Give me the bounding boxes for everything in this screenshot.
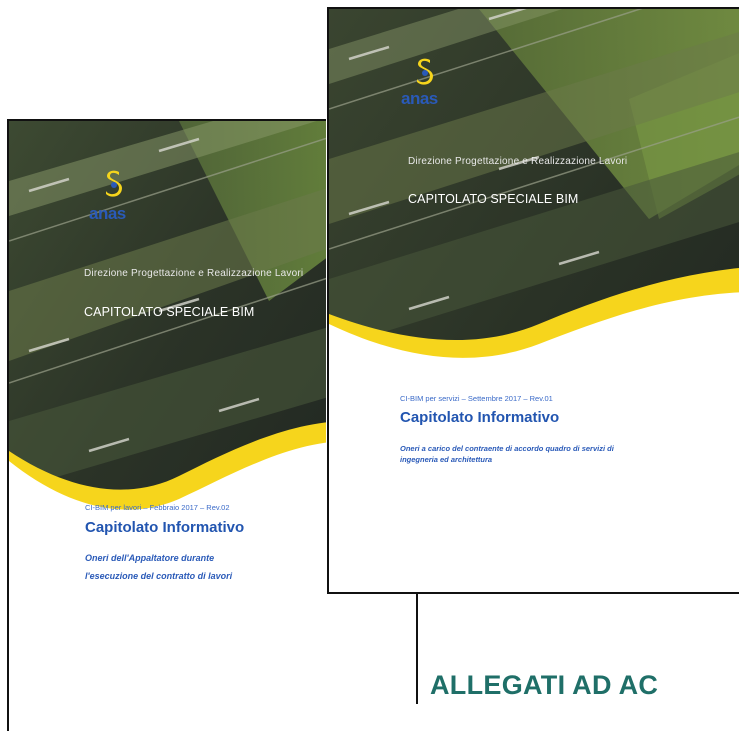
front-cover-page: anas Direzione Progettazione e Realizzaz… [327,7,739,594]
highway-photo [329,9,739,592]
anas-logo-text: anas [89,204,126,223]
subtitle-line: ingegneria ed architettura [400,455,493,464]
anas-logo-text: anas [401,89,438,108]
anas-logo-icon [417,58,433,85]
subtitle-line: Oneri dell'Appaltatore durante [85,553,215,563]
department-name: Direzione Progettazione e Realizzazione … [408,156,628,167]
document-title: Capitolato Informativo [400,409,560,426]
subtitle-line: Oneri a carico del contraente di accordo… [400,444,614,453]
divider-line [416,592,418,704]
document-meta: CI-BIM per lavori – Febbraio 2017 – Rev.… [85,503,230,512]
document-title: Capitolato Informativo [85,519,245,536]
section-heading: ALLEGATI AD AC [430,670,659,700]
document-subtitle: Oneri a carico del contraente di accordo… [400,443,614,465]
subtitle-line: l'esecuzione del contratto di lavori [85,571,233,581]
back-cover-page: anas Direzione Progettazione e Realizzaz… [7,119,349,731]
department-name: Direzione Progettazione e Realizzazione … [84,268,304,279]
document-meta: CI-BIM per servizi – Settembre 2017 – Re… [400,394,553,403]
document-subtitle: Oneri dell'Appaltatore durante l'esecuzi… [85,549,232,585]
cover-heading: CAPITOLATO SPECIALE BIM [84,305,255,319]
cover-heading: CAPITOLATO SPECIALE BIM [408,192,579,206]
anas-logo-icon [106,170,122,197]
